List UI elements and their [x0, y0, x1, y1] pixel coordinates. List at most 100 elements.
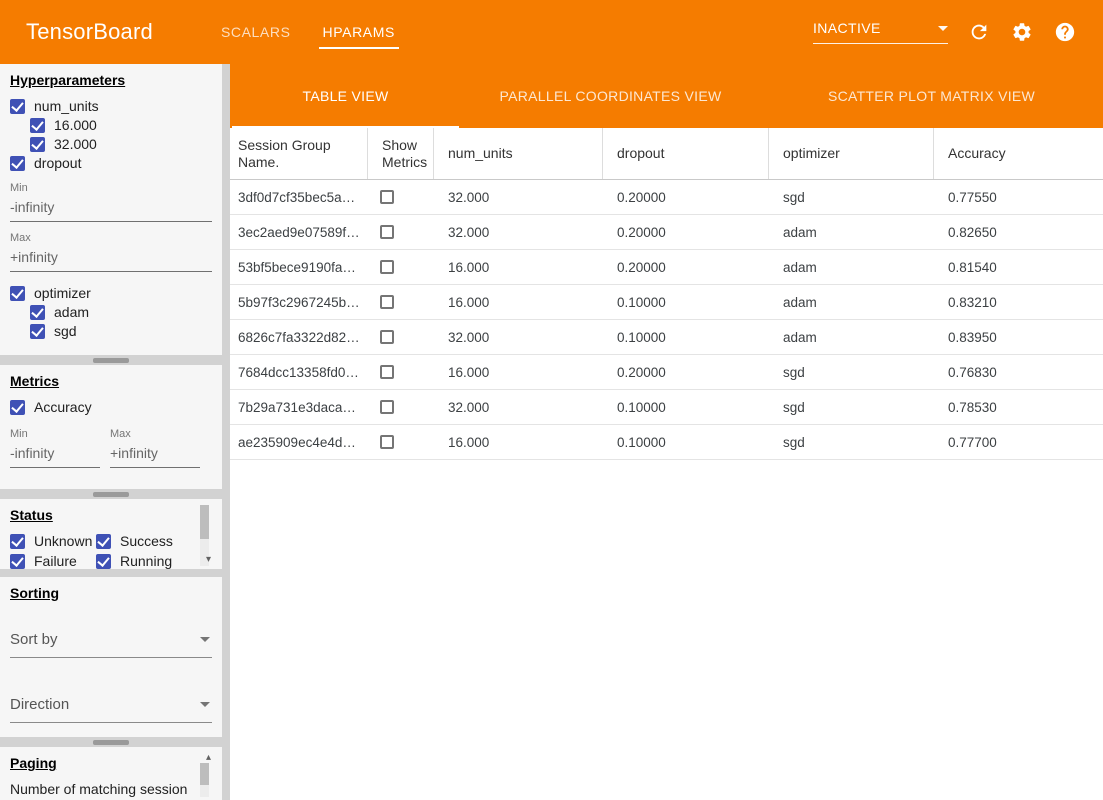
dropout-cell: 0.20000 — [603, 190, 769, 205]
hparam-value-32: 32.000 — [30, 135, 212, 153]
sgd-label: sgd — [54, 323, 77, 339]
accuracy-cell: 0.82650 — [934, 225, 1103, 240]
tab-hparams[interactable]: HPARAMS — [307, 0, 411, 64]
sort-by-select[interactable]: Sort by — [10, 631, 212, 658]
status-checkbox[interactable] — [96, 534, 111, 549]
status-scrollbar-thumb[interactable] — [200, 505, 209, 539]
num-units-cell: 16.000 — [434, 295, 603, 310]
show-metrics-checkbox[interactable] — [380, 330, 394, 344]
checkbox-dropout[interactable] — [10, 156, 25, 171]
accuracy-cell: 0.77550 — [934, 190, 1103, 205]
status-option: Unknown — [10, 532, 96, 550]
show-metrics-cell — [368, 435, 434, 449]
main-panel: TABLE VIEW PARALLEL COORDINATES VIEW SCA… — [230, 64, 1103, 800]
num-units-cell: 32.000 — [434, 225, 603, 240]
checkbox-adam[interactable] — [30, 305, 45, 320]
section-drag-handle[interactable] — [93, 740, 129, 745]
status-checkbox[interactable] — [10, 534, 25, 549]
accuracy-label: Accuracy — [34, 399, 92, 415]
checkbox-32-000[interactable] — [30, 137, 45, 152]
refresh-icon[interactable] — [967, 20, 991, 44]
show-metrics-checkbox[interactable] — [380, 435, 394, 449]
tab-scatter-plot-matrix-view[interactable]: SCATTER PLOT MATRIX VIEW — [760, 64, 1103, 128]
scroll-up-icon[interactable]: ▴ — [206, 753, 211, 763]
dropout-max-input[interactable]: +infinity — [10, 244, 212, 272]
status-checkbox[interactable] — [10, 554, 25, 569]
adam-label: adam — [54, 304, 89, 320]
hyperparameters-heading: Hyperparameters — [10, 72, 212, 88]
status-label: Running — [120, 553, 172, 569]
section-drag-handle[interactable] — [93, 492, 129, 497]
checkbox-16-000[interactable] — [30, 118, 45, 133]
checkbox-accuracy[interactable] — [10, 400, 25, 415]
session-group-name-cell: ae235909ec4e4d… — [230, 435, 368, 450]
chevron-down-icon — [200, 637, 210, 642]
help-icon[interactable] — [1053, 20, 1077, 44]
reload-status-value: INACTIVE — [813, 20, 881, 36]
accuracy-cell: 0.76830 — [934, 365, 1103, 380]
metric-accuracy: Accuracy — [10, 398, 212, 416]
status-label: Failure — [34, 553, 77, 569]
scroll-down-icon[interactable]: ▾ — [206, 555, 211, 565]
paging-scrollbar[interactable] — [200, 763, 209, 797]
show-metrics-checkbox[interactable] — [380, 365, 394, 379]
metric-max-input[interactable]: +infinity — [110, 440, 200, 468]
reload-status-select[interactable]: INACTIVE — [813, 20, 948, 44]
section-status: Status Unknown Success Failur — [0, 499, 222, 569]
content: Hyperparameters num_units 16.000 32.000 … — [0, 64, 1103, 800]
dropout-min-field: Min -infinity — [10, 182, 212, 222]
view-tabs: TABLE VIEW PARALLEL COORDINATES VIEW SCA… — [230, 64, 1103, 128]
section-metrics: Metrics Accuracy Min -infinity Max +infi… — [0, 365, 222, 489]
hparam-num-units: num_units — [10, 97, 212, 115]
app-title: TensorBoard — [26, 19, 153, 45]
show-metrics-checkbox[interactable] — [380, 225, 394, 239]
table-row: 6826c7fa3322d82… 32.000 0.10000 adam 0.8… — [230, 320, 1103, 355]
status-options: Unknown Success Failure Running — [10, 532, 200, 569]
optimizer-cell: adam — [769, 330, 934, 345]
status-label: Success — [120, 533, 173, 549]
hparam-value-16: 16.000 — [30, 116, 212, 134]
dropout-cell: 0.10000 — [603, 330, 769, 345]
session-group-name-cell: 3ec2aed9e07589f… — [230, 225, 368, 240]
table-header: Session Group Name. Show Metrics num_uni… — [230, 128, 1103, 180]
show-metrics-checkbox[interactable] — [380, 400, 394, 414]
column-header-show-metrics: Show Metrics — [368, 128, 434, 179]
metric-min-input[interactable]: -infinity — [10, 440, 100, 468]
section-hyperparameters: Hyperparameters num_units 16.000 32.000 … — [0, 64, 222, 355]
table-row: 3ec2aed9e07589f… 32.000 0.20000 adam 0.8… — [230, 215, 1103, 250]
section-drag-handle[interactable] — [93, 358, 129, 363]
dropout-cell: 0.10000 — [603, 400, 769, 415]
checkbox-num-units[interactable] — [10, 99, 25, 114]
dropout-max-label: Max — [10, 232, 212, 244]
session-group-name-cell: 3df0d7cf35bec5a… — [230, 190, 368, 205]
show-metrics-checkbox[interactable] — [380, 295, 394, 309]
checkbox-optimizer[interactable] — [10, 286, 25, 301]
value-16-label: 16.000 — [54, 117, 97, 133]
table-row: 7684dcc13358fd0… 16.000 0.20000 sgd 0.76… — [230, 355, 1103, 390]
dropout-max-field: Max +infinity — [10, 232, 212, 272]
status-checkbox[interactable] — [96, 554, 111, 569]
tab-scalars[interactable]: SCALARS — [205, 0, 307, 64]
optimizer-cell: sgd — [769, 190, 934, 205]
chevron-down-icon — [200, 702, 210, 707]
show-metrics-cell — [368, 225, 434, 239]
show-metrics-cell — [368, 190, 434, 204]
tab-table-view[interactable]: TABLE VIEW — [230, 64, 461, 128]
checkbox-sgd[interactable] — [30, 324, 45, 339]
show-metrics-checkbox[interactable] — [380, 260, 394, 274]
num-units-cell: 16.000 — [434, 435, 603, 450]
hparam-optimizer: optimizer — [10, 284, 212, 302]
tab-parallel-coordinates-view[interactable]: PARALLEL COORDINATES VIEW — [461, 64, 760, 128]
settings-icon[interactable] — [1010, 20, 1034, 44]
metric-min-label: Min — [10, 428, 100, 440]
num-units-cell: 16.000 — [434, 260, 603, 275]
show-metrics-checkbox[interactable] — [380, 190, 394, 204]
dropout-cell: 0.10000 — [603, 295, 769, 310]
show-metrics-cell — [368, 365, 434, 379]
dropout-min-input[interactable]: -infinity — [10, 194, 212, 222]
paging-scrollbar-thumb[interactable] — [200, 763, 209, 785]
direction-select[interactable]: Direction — [10, 696, 212, 723]
table-row: 53bf5bece9190fa… 16.000 0.20000 adam 0.8… — [230, 250, 1103, 285]
column-header-session-group-name: Session Group Name. — [230, 128, 368, 179]
show-metrics-cell — [368, 400, 434, 414]
